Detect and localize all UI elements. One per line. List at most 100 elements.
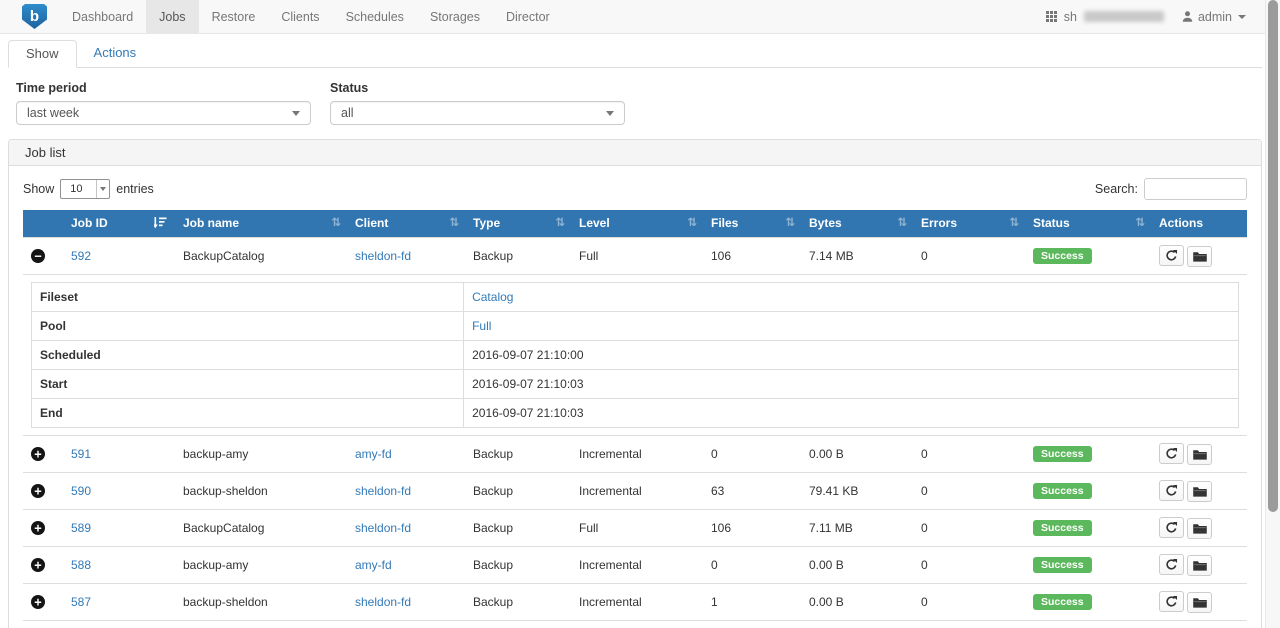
client-link[interactable]: sheldon-fd — [355, 595, 411, 609]
filters: Time period last week Status all — [0, 68, 1270, 125]
user-menu[interactable]: admin — [1181, 10, 1246, 24]
client-link[interactable]: sheldon-fd — [355, 249, 411, 263]
sort-icon: ⇅ — [687, 216, 695, 229]
detail-value: 2016-09-07 21:10:03 — [472, 377, 583, 391]
expand-row-icon[interactable]: + — [31, 595, 45, 609]
job-details-button[interactable] — [1187, 444, 1212, 465]
restart-job-button[interactable] — [1159, 554, 1184, 575]
job-details-button[interactable] — [1187, 555, 1212, 576]
entries-label: entries — [116, 182, 154, 196]
job-id-link[interactable]: 590 — [71, 484, 91, 498]
expand-row-icon[interactable]: + — [31, 558, 45, 572]
column-status[interactable]: Status ⇅ — [1025, 210, 1151, 238]
job-detail-table: FilesetCatalogPoolFullScheduled2016-09-0… — [31, 282, 1239, 428]
status-select[interactable]: all — [330, 101, 625, 125]
job-details-button[interactable] — [1187, 481, 1212, 502]
collapse-row-icon[interactable]: − — [31, 249, 45, 263]
status-label: Status — [330, 81, 625, 95]
table-row: +590backup-sheldonsheldon-fdBackupIncrem… — [23, 473, 1247, 510]
client-link[interactable]: amy-fd — [355, 447, 392, 461]
nav-items: DashboardJobsRestoreClientsSchedulesStor… — [59, 0, 563, 33]
entries-select[interactable]: 10 — [60, 179, 110, 199]
client-link[interactable]: sheldon-fd — [355, 521, 411, 535]
expand-row-icon[interactable]: + — [31, 447, 45, 461]
nav-item-restore[interactable]: Restore — [199, 0, 269, 33]
detail-row: Start2016-09-07 21:10:03 — [32, 370, 1239, 399]
job-id-link[interactable]: 587 — [71, 595, 91, 609]
job-name: backup-amy — [183, 447, 248, 461]
tab-actions[interactable]: Actions — [77, 40, 154, 67]
row-details: FilesetCatalogPoolFullScheduled2016-09-0… — [23, 275, 1247, 436]
client-link[interactable]: amy-fd — [355, 558, 392, 572]
column-bytes[interactable]: Bytes ⇅ — [801, 210, 913, 238]
job-details-button[interactable] — [1187, 518, 1212, 539]
column-client[interactable]: Client ⇅ — [347, 210, 465, 238]
app-logo[interactable]: b — [0, 0, 59, 33]
column-expand — [23, 210, 63, 238]
column-job-name[interactable]: Job name ⇅ — [175, 210, 347, 238]
person-icon — [1181, 10, 1194, 23]
search-input[interactable] — [1144, 178, 1247, 200]
expand-row-icon[interactable]: + — [31, 484, 45, 498]
job-type: Backup — [473, 447, 513, 461]
column-type[interactable]: Type ⇅ — [465, 210, 571, 238]
restart-icon — [1165, 595, 1178, 608]
job-table: Job ID — [23, 210, 1247, 628]
nav-item-schedules[interactable]: Schedules — [333, 0, 417, 33]
job-errors: 0 — [921, 521, 928, 535]
column-errors[interactable]: Errors ⇅ — [913, 210, 1025, 238]
folder-icon — [1193, 560, 1207, 571]
column-label: Bytes — [809, 216, 842, 230]
restart-job-button[interactable] — [1159, 245, 1184, 266]
detail-value[interactable]: Catalog — [472, 290, 513, 304]
detail-row: Scheduled2016-09-07 21:10:00 — [32, 341, 1239, 370]
job-level: Full — [579, 249, 598, 263]
status-badge: Success — [1033, 520, 1092, 537]
restart-job-button[interactable] — [1159, 443, 1184, 464]
job-id-link[interactable]: 592 — [71, 249, 91, 263]
job-details-button[interactable] — [1187, 592, 1212, 613]
column-job-id[interactable]: Job ID — [63, 210, 175, 238]
scrollbar-thumb[interactable] — [1268, 0, 1278, 512]
nav-item-storages[interactable]: Storages — [417, 0, 493, 33]
job-id-link[interactable]: 591 — [71, 447, 91, 461]
expand-row-icon[interactable]: + — [31, 521, 45, 535]
restart-job-button[interactable] — [1159, 591, 1184, 612]
dropdown-caret-icon — [606, 111, 614, 116]
detail-label: End — [32, 399, 464, 428]
job-type: Backup — [473, 484, 513, 498]
column-files[interactable]: Files ⇅ — [703, 210, 801, 238]
job-files: 0 — [711, 447, 718, 461]
job-id-link[interactable]: 589 — [71, 521, 91, 535]
job-id-link[interactable]: 588 — [71, 558, 91, 572]
table-row: +591backup-amyamy-fdBackupIncremental00.… — [23, 436, 1247, 473]
job-details-button[interactable] — [1187, 246, 1212, 267]
detail-value: 2016-09-07 21:10:00 — [472, 348, 583, 362]
nav-item-director[interactable]: Director — [493, 0, 563, 33]
column-actions: Actions — [1151, 210, 1247, 238]
tab-show[interactable]: Show — [8, 40, 77, 68]
nav-item-clients[interactable]: Clients — [268, 0, 332, 33]
client-link[interactable]: sheldon-fd — [355, 484, 411, 498]
nav-item-jobs[interactable]: Jobs — [146, 0, 198, 33]
job-errors: 0 — [921, 484, 928, 498]
sort-icon: ⇅ — [1009, 216, 1017, 229]
nav-item-dashboard[interactable]: Dashboard — [59, 0, 146, 33]
status-group: Status all — [330, 81, 625, 125]
job-errors: 0 — [921, 595, 928, 609]
sort-icon: ⇅ — [1135, 216, 1143, 229]
job-errors: 0 — [921, 249, 928, 263]
restart-job-button[interactable] — [1159, 517, 1184, 538]
job-bytes: 0.00 B — [809, 558, 844, 572]
job-name: BackupCatalog — [183, 249, 264, 263]
column-label: Status — [1033, 216, 1070, 230]
column-level[interactable]: Level ⇅ — [571, 210, 703, 238]
user-name: admin — [1198, 10, 1232, 24]
restart-job-button[interactable] — [1159, 480, 1184, 501]
table-row: +587backup-sheldonsheldon-fdBackupIncrem… — [23, 584, 1247, 621]
vertical-scrollbar[interactable] — [1265, 0, 1280, 628]
folder-icon — [1193, 251, 1207, 262]
time-period-value: last week — [27, 106, 79, 120]
time-period-select[interactable]: last week — [16, 101, 311, 125]
detail-value[interactable]: Full — [472, 319, 491, 333]
